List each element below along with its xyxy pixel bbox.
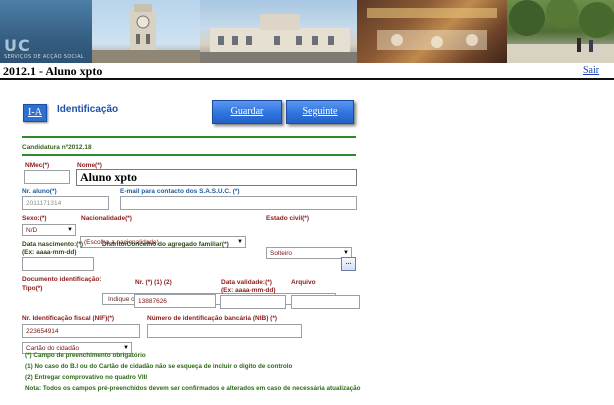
email-label: E-mail para contacto dos S.A.S.U.C. (*) — [120, 188, 240, 195]
banner-photo-tower — [92, 0, 200, 63]
next-button[interactable]: Seguinte — [286, 100, 354, 124]
uc-logo: UC SERVIÇOS DE ACÇÃO SOCIAL — [0, 0, 92, 63]
nr-aluno-label: Nr. aluno(*) — [22, 188, 57, 195]
estado-civil-value: Solteiro — [270, 250, 293, 257]
data-validade-input[interactable] — [220, 295, 286, 309]
nome-input[interactable]: Aluno xpto — [76, 169, 357, 186]
note-required: (*) Campo de preenchimento obrigatório — [25, 352, 146, 359]
sexo-label: Sexo:(*) — [22, 215, 47, 222]
section-divider-bottom — [22, 154, 356, 156]
logo-subtext: SERVIÇOS DE ACÇÃO SOCIAL — [4, 54, 84, 60]
note-comprovativo: (2) Entregar comprovativo no quadro VIII — [25, 374, 148, 381]
section-divider-top — [22, 136, 356, 138]
title-divider — [0, 78, 614, 80]
logo-text: UC — [4, 36, 31, 55]
banner-photo-restaurant — [357, 0, 507, 63]
banner-photo-building — [200, 0, 357, 63]
distrito-label: Distrito/Concelho do agregado familiar(*… — [102, 241, 229, 248]
doc-nr-input[interactable]: 13887626 — [134, 294, 216, 308]
nacionalidade-label: Nacionalidade(*) — [81, 215, 132, 222]
nif-label: Nr. Identificação fiscal (NIF)(*) — [22, 315, 115, 322]
sexo-value: N/D — [26, 227, 38, 234]
estado-civil-label: Estado civil(*) — [266, 215, 309, 222]
section-title: Identificação — [57, 104, 119, 115]
save-button[interactable]: Guardar — [212, 100, 282, 124]
nr-aluno-input: 2011171314 — [22, 196, 109, 210]
page-section-button[interactable]: I-A — [23, 104, 47, 122]
ellipsis-icon[interactable]: ... — [341, 257, 356, 271]
data-nascimento-label: Data nascimento:(*) — [22, 241, 84, 248]
candidatura-number: Candidatura nº2012.18 — [22, 144, 92, 151]
note-prefilled: Nota: Todos os campos pré-preenchidos de… — [25, 385, 361, 392]
sexo-select[interactable]: N/D ▼ — [22, 224, 76, 236]
doc-label: Documento identificação: — [22, 276, 102, 283]
nmec-label: NMec(*) — [25, 162, 50, 169]
arquivo-label: Arquivo — [291, 279, 316, 286]
doc-nr-label: Nr. (*) (1) (2) — [135, 279, 172, 286]
data-nascimento-format: (Ex: aaaa-mm-dd) — [22, 249, 77, 256]
note-control-digit: (1) No caso do B.I ou do Cartão de cidad… — [25, 363, 293, 370]
doc-tipo-label: Tipo(*) — [22, 285, 43, 292]
data-validade-format: (Ex: aaaa-mm-dd) — [221, 287, 276, 294]
nif-input[interactable]: 223654914 — [22, 324, 140, 338]
data-nascimento-input[interactable] — [22, 257, 94, 271]
nib-input[interactable] — [147, 324, 302, 338]
banner: UC SERVIÇOS DE ACÇÃO SOCIAL — [0, 0, 614, 63]
estado-civil-select[interactable]: Solteiro ▼ — [266, 247, 352, 259]
chevron-down-icon: ▼ — [237, 239, 243, 245]
chevron-down-icon: ▼ — [67, 227, 73, 233]
data-validade-label: Data validade:(*) — [221, 279, 272, 286]
email-input[interactable] — [120, 196, 357, 210]
nmec-input[interactable] — [24, 170, 70, 184]
page-title: 2012.1 - Aluno xpto — [3, 64, 103, 78]
banner-photo-garden — [507, 0, 614, 63]
doc-tipo-value: Cartão do cidadão — [26, 345, 80, 352]
logout-link[interactable]: Sair — [583, 65, 599, 76]
nib-label: Número de identificação bancária (NIB) (… — [147, 315, 278, 322]
arquivo-input[interactable] — [291, 295, 360, 309]
